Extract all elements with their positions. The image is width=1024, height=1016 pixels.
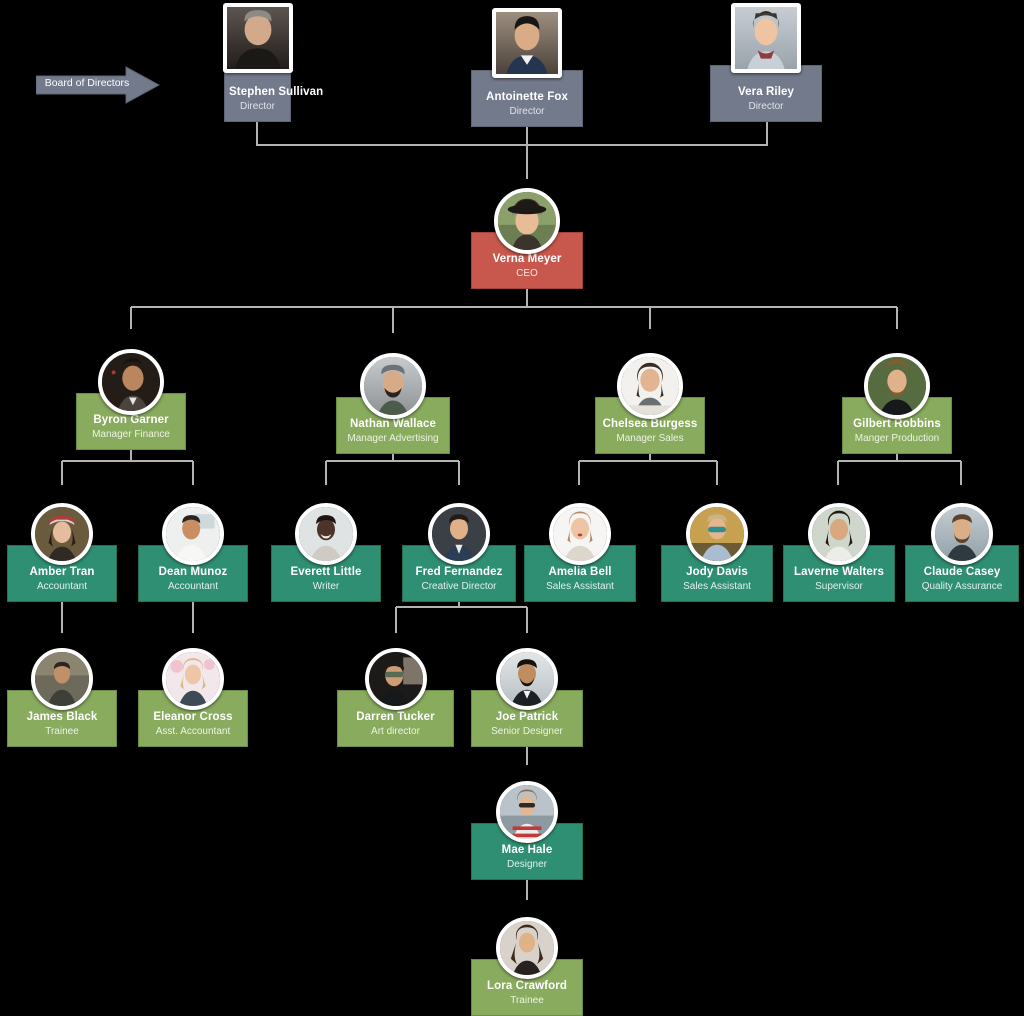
person-name: Laverne Walters bbox=[794, 566, 884, 578]
card-stephen-sullivan[interactable]: Stephen Sullivan Director bbox=[224, 65, 324, 122]
person-title: Director bbox=[748, 101, 784, 113]
person-title: Writer bbox=[312, 581, 340, 593]
person-name: Stephen Sullivan bbox=[229, 86, 324, 98]
person-name: Amelia Bell bbox=[548, 566, 612, 578]
org-node-stephen-sullivan[interactable]: Stephen Sullivan Director bbox=[222, 3, 324, 122]
person-title: Trainee bbox=[45, 726, 79, 738]
org-node-eleanor-cross[interactable]: Eleanor Cross Asst. Accountant bbox=[138, 648, 248, 747]
person-name: Eleanor Cross bbox=[153, 711, 233, 723]
avatar-claude-casey bbox=[931, 503, 993, 565]
avatar-mae-hale bbox=[496, 781, 558, 843]
board-of-directors-label: Board of Directors bbox=[44, 77, 130, 89]
avatar-verna-meyer bbox=[494, 188, 560, 254]
person-name: James Black bbox=[26, 711, 98, 723]
person-title: Accountant bbox=[36, 581, 88, 593]
person-name: Byron Garner bbox=[93, 414, 169, 426]
person-name: Nathan Wallace bbox=[350, 418, 436, 430]
person-name: Jody Davis bbox=[686, 566, 748, 578]
person-title: Director bbox=[239, 101, 275, 113]
person-title: Creative Director bbox=[421, 581, 497, 593]
person-name: Fred Fernandez bbox=[415, 566, 503, 578]
person-name: Dean Munoz bbox=[158, 566, 228, 578]
person-title: Manager Advertising bbox=[347, 433, 439, 445]
org-node-antoinette-fox[interactable]: Antoinette Fox Director bbox=[471, 8, 583, 127]
person-name: Joe Patrick bbox=[495, 711, 559, 723]
person-title: Manager Finance bbox=[92, 429, 170, 441]
avatar-vera-riley bbox=[731, 3, 801, 73]
org-node-dean-munoz[interactable]: Dean Munoz Accountant bbox=[138, 503, 248, 602]
card-antoinette-fox[interactable]: Antoinette Fox Director bbox=[471, 70, 583, 127]
avatar-jody-davis bbox=[686, 503, 748, 565]
org-node-claude-casey[interactable]: Claude Casey Quality Assurance bbox=[905, 503, 1019, 602]
person-name: Claude Casey bbox=[923, 566, 1001, 578]
org-node-nathan-wallace[interactable]: Nathan Wallace Manager Advertising bbox=[336, 353, 450, 454]
org-node-darren-tucker[interactable]: Darren Tucker Art director bbox=[337, 648, 454, 747]
org-node-byron-garner[interactable]: Byron Garner Manager Finance bbox=[76, 349, 186, 450]
avatar-amber-tran bbox=[31, 503, 93, 565]
org-node-lora-crawford[interactable]: Lora Crawford Trainee bbox=[471, 917, 583, 1016]
org-node-gilbert-robbins[interactable]: Gilbert Robbins Manger Production bbox=[842, 353, 952, 454]
org-node-mae-hale[interactable]: Mae Hale Designer bbox=[471, 781, 583, 880]
avatar-gilbert-robbins bbox=[864, 353, 930, 419]
avatar-stephen-sullivan bbox=[222, 3, 293, 73]
person-title: Manager Sales bbox=[616, 433, 684, 445]
org-node-laverne-walters[interactable]: Laverne Walters Supervisor bbox=[783, 503, 895, 602]
person-title: Sales Assistant bbox=[683, 581, 751, 593]
avatar-antoinette-fox bbox=[492, 8, 562, 78]
org-node-amelia-bell[interactable]: Amelia Bell Sales Assistant bbox=[524, 503, 636, 602]
avatar-lora-crawford bbox=[496, 917, 558, 979]
person-name: Antoinette Fox bbox=[486, 91, 568, 103]
person-name: Darren Tucker bbox=[356, 711, 435, 723]
person-title: CEO bbox=[516, 268, 538, 280]
card-vera-riley[interactable]: Vera Riley Director bbox=[710, 65, 822, 122]
person-title: Designer bbox=[506, 859, 548, 871]
org-node-amber-tran[interactable]: Amber Tran Accountant bbox=[7, 503, 117, 602]
person-title: Accountant bbox=[167, 581, 219, 593]
person-title: Manger Production bbox=[854, 433, 940, 445]
avatar-eleanor-cross bbox=[162, 648, 224, 710]
avatar-amelia-bell bbox=[549, 503, 611, 565]
person-name: Everett Little bbox=[290, 566, 362, 578]
avatar-nathan-wallace bbox=[360, 353, 426, 419]
person-title: Art director bbox=[371, 726, 420, 738]
person-title: Asst. Accountant bbox=[155, 726, 231, 738]
avatar-dean-munoz bbox=[162, 503, 224, 565]
person-title: Supervisor bbox=[815, 581, 863, 593]
person-name: Amber Tran bbox=[29, 566, 95, 578]
org-node-verna-meyer[interactable]: Verna Meyer CEO bbox=[471, 188, 583, 289]
avatar-joe-patrick bbox=[496, 648, 558, 710]
person-name: Lora Crawford bbox=[487, 980, 567, 992]
org-node-vera-riley[interactable]: Vera Riley Director bbox=[710, 3, 822, 122]
org-node-joe-patrick[interactable]: Joe Patrick Senior Designer bbox=[471, 648, 583, 747]
avatar-laverne-walters bbox=[808, 503, 870, 565]
avatar-chelsea-burgess bbox=[617, 353, 683, 419]
avatar-byron-garner bbox=[98, 349, 164, 415]
org-chart: Board of Directors Stephen Sullivan Dire… bbox=[0, 0, 1024, 1016]
person-name: Chelsea Burgess bbox=[602, 418, 698, 430]
org-node-james-black[interactable]: James Black Trainee bbox=[7, 648, 117, 747]
person-name: Mae Hale bbox=[501, 844, 553, 856]
person-title: Senior Designer bbox=[491, 726, 563, 738]
board-of-directors-annotation: Board of Directors bbox=[35, 66, 161, 104]
person-name: Gilbert Robbins bbox=[853, 418, 941, 430]
person-name: Vera Riley bbox=[738, 86, 794, 98]
org-node-jody-davis[interactable]: Jody Davis Sales Assistant bbox=[661, 503, 773, 602]
person-title: Director bbox=[509, 106, 545, 118]
person-name: Verna Meyer bbox=[492, 253, 562, 265]
org-node-chelsea-burgess[interactable]: Chelsea Burgess Manager Sales bbox=[595, 353, 705, 454]
org-node-fred-fernandez[interactable]: Fred Fernandez Creative Director bbox=[402, 503, 516, 602]
person-title: Trainee bbox=[510, 995, 544, 1007]
avatar-darren-tucker bbox=[364, 648, 427, 710]
person-title: Quality Assurance bbox=[921, 581, 1003, 593]
avatar-fred-fernandez bbox=[428, 503, 490, 565]
avatar-james-black bbox=[31, 648, 93, 710]
org-node-everett-little[interactable]: Everett Little Writer bbox=[271, 503, 381, 602]
avatar-everett-little bbox=[295, 503, 357, 565]
person-title: Sales Assistant bbox=[546, 581, 614, 593]
